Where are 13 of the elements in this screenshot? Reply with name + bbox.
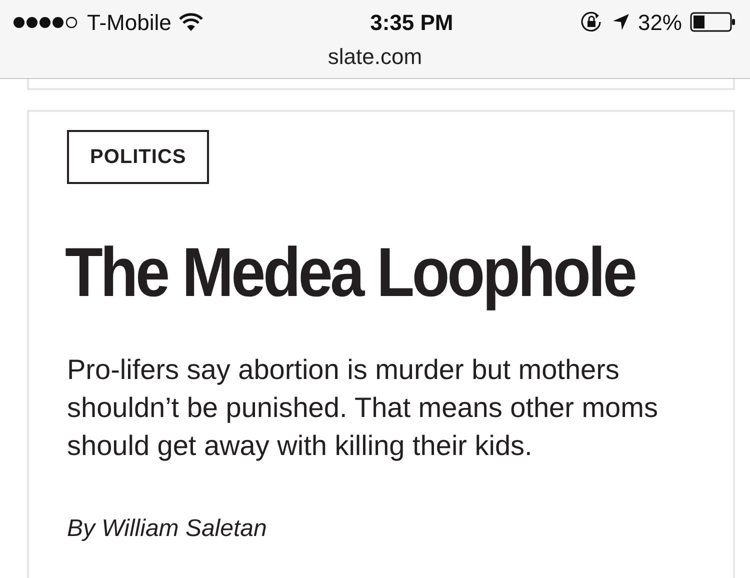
- url-text[interactable]: slate.com: [328, 44, 422, 69]
- wifi-icon: [179, 13, 204, 31]
- carrier-name: T-Mobile: [87, 8, 172, 36]
- signal-icon: [13, 16, 79, 28]
- article-headline: The Medea Loophole: [65, 239, 636, 308]
- battery-percent: 32%: [638, 8, 682, 36]
- location-arrow-icon: [612, 13, 630, 31]
- category-tag[interactable]: POLITICS: [67, 130, 210, 184]
- clock-time: 3:35 PM: [370, 8, 454, 36]
- byline: By William Saletan: [67, 515, 267, 542]
- battery-icon: [690, 12, 736, 32]
- article-summary: Pro-lifers say abortion is murder but mothers shouldn’t be punished. That means other moms should get away with killing their kids.: [67, 353, 659, 463]
- rotation-lock-icon: [580, 11, 604, 33]
